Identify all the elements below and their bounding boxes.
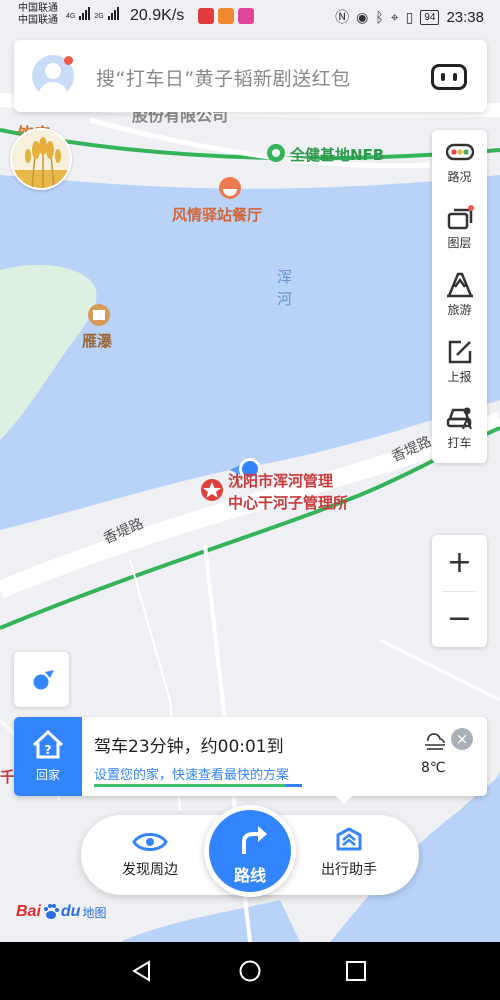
map-label-river-2: 河 [277,290,293,308]
travel-button[interactable]: 旅游 [432,263,487,329]
notification-dot [64,56,73,65]
avatar-head [45,63,61,79]
map-label-river-1: 浑 [277,268,293,286]
notification-app-3-icon [238,8,254,24]
travel-label: 旅游 [447,303,472,317]
status-bar: 中国联通 中国联通 4G 2G 20.9K/s Ⓝ ◉ ᛒ ⌖ ▯ 94 23:… [0,0,500,34]
drive-time-text: 驾车23分钟，约00:01到 [94,737,284,757]
go-home-label: 回家 [35,768,60,782]
travel-assistant-button[interactable]: 出行助手 [299,815,399,895]
recents-icon[interactable] [344,959,368,983]
discover-nearby-button[interactable]: 发现周边 [100,815,200,895]
search-input[interactable]: 搜“打车日”黄子韬新剧送红包 [96,64,351,91]
back-icon[interactable] [130,959,154,983]
voice-assistant-icon[interactable] [431,64,467,90]
battery-icon: 94 [420,9,440,25]
route-label: 路线 [233,866,266,885]
route-arrow-icon [242,826,267,854]
close-icon[interactable]: × [451,728,473,750]
report-label: 上报 [447,370,472,384]
discover-nearby-label: 发现周边 [122,862,178,878]
carrier-labels: 中国联通 中国联通 [18,3,58,27]
paw-icon [43,904,59,919]
system-nav-bar [0,942,500,1000]
taxi-button[interactable]: 打车 [432,396,487,462]
signal-indicators: 4G 2G [66,6,119,20]
baidu-map-logo: Bai du 地图 [16,903,107,920]
network-speed: 20.9K/s [130,7,185,24]
notification-icons [198,8,254,24]
layers-label: 图层 [447,236,472,250]
layers-icon [447,205,474,230]
go-home-button[interactable]: ? 回家 [14,717,82,796]
svg-text:?: ? [45,743,52,757]
notification-app-1-icon [198,8,214,24]
edit-icon [448,340,472,364]
assistant-icon [336,827,362,851]
route-button[interactable]: 路线 [204,805,296,897]
zoom-control: + − [432,535,487,647]
clock: 23:38 [446,8,484,26]
eye-icon: ◉ [356,8,369,25]
network-type-2: 2G [94,13,104,20]
taxi-label: 打车 [447,436,472,450]
fog-weather-icon [425,733,445,750]
set-home-link[interactable]: 设置您的家，快速查看最快的方案 [94,764,289,783]
zoom-out-button[interactable]: − [432,591,487,647]
layers-button[interactable]: 图层 [432,196,487,262]
eye-icon [132,833,168,851]
card-pointer [336,796,352,804]
map-canvas[interactable]: 股份有限公司 饮店 全健基地NFB 风情驿站餐厅 浑 河 雁瀑 香堤路 香堤路 … [0,0,500,942]
traffic-label: 路况 [447,170,472,184]
home-icon: ? [32,729,64,759]
location-icon: ⌖ [390,8,399,25]
signal-1-icon [79,6,91,20]
traffic-light-icon [446,143,474,161]
map-label-office-line1[interactable]: 沈阳市浑河管理 [228,470,333,491]
locate-button[interactable] [14,652,69,707]
search-bar[interactable]: 搜“打车日”黄子韬新剧送红包 [14,40,487,112]
map-label-office-line2[interactable]: 中心干河子管理所 [228,492,348,513]
avatar-body [38,82,68,97]
map-label-partial-left: 千 [0,768,16,786]
notification-app-2-icon [218,8,234,24]
taxi-icon [446,407,472,430]
signal-2-icon [107,6,119,20]
compass-icon [33,670,54,690]
nfc-icon: Ⓝ [335,9,350,25]
home-route-card[interactable]: ? 回家 驾车23分钟，约00:01到 设置您的家，快速查看最快的方案 8℃ × [14,717,487,804]
report-button[interactable]: 上报 [432,330,487,396]
carrier-1: 中国联通 [18,3,58,14]
vibrate-icon: ▯ [405,8,414,25]
home-nav-icon[interactable] [238,959,262,983]
travel-assistant-label: 出行助手 [321,862,377,878]
map-label-poi-left[interactable]: 雁瀑 [82,330,112,351]
map-label-restaurant[interactable]: 风情驿站餐厅 [172,204,262,225]
route-progress-bar [94,784,302,787]
bluetooth-icon: ᛒ [375,9,384,25]
map-label-base-station[interactable]: 全健基地NFB [290,144,384,165]
wheat-event-icon[interactable] [10,128,72,190]
network-type-1: 4G [66,13,76,20]
travel-icon [447,272,473,298]
system-status: Ⓝ ◉ ᛒ ⌖ ▯ 94 23:38 [335,7,484,27]
carrier-2: 中国联通 [18,15,58,26]
traffic-button[interactable]: 路况 [432,130,487,196]
map-toolbar: 路况 图层 旅游 上报 打车 [432,130,487,463]
zoom-in-button[interactable]: + [432,535,487,591]
temperature: 8℃ [421,760,446,776]
